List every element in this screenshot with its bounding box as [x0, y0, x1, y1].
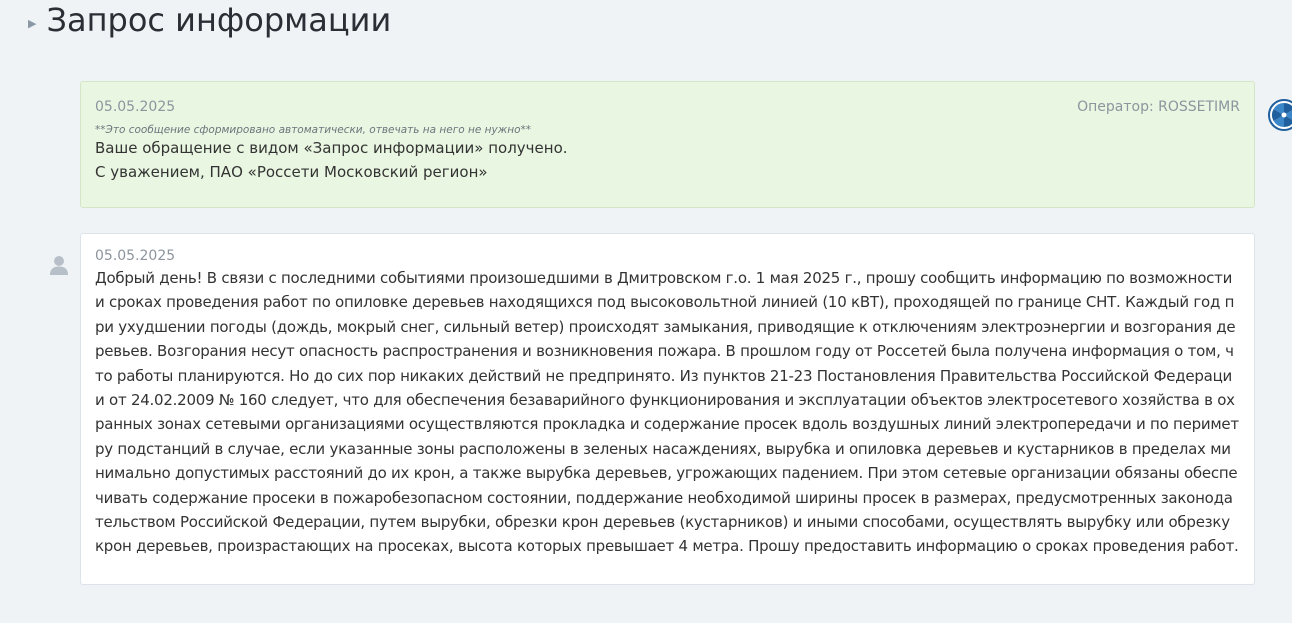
user-message: 05.05.2025 Добрый день! В связи с послед… [80, 233, 1255, 585]
user-avatar-icon [48, 254, 70, 276]
operator-message: 05.05.2025 Оператор: ROSSETIMR **Это соо… [80, 81, 1255, 208]
rosseti-logo-icon [1268, 99, 1292, 131]
message-line: С уважением, ПАО «Россети Московский рег… [95, 163, 488, 181]
message-text: Добрый день! В связи с последними событи… [95, 269, 1239, 556]
auto-message-note: **Это сообщение сформировано автоматичес… [95, 124, 532, 136]
operator-label: Оператор: ROSSETIMR [1077, 99, 1240, 115]
page-title: Запрос информации [46, 1, 392, 39]
message-date: 05.05.2025 [95, 99, 176, 115]
message-date: 05.05.2025 [95, 248, 176, 264]
message-header: 05.05.2025 [95, 248, 1240, 264]
page-header: ▶ Запрос информации [28, 0, 391, 40]
chevron-right-icon: ▶ [28, 16, 37, 30]
message-line: Ваше обращение с видом «Запрос информаци… [95, 139, 568, 157]
message-header: 05.05.2025 Оператор: ROSSETIMR [95, 96, 1240, 115]
